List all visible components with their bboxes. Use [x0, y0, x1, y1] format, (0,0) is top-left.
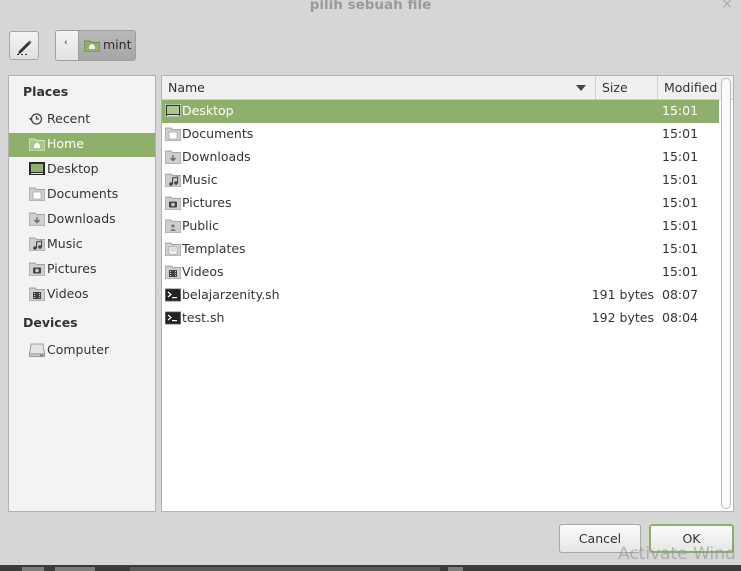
pane-resize-handle[interactable]: · · · ·: [156, 282, 159, 305]
table-row[interactable]: Templates 15:01: [162, 238, 719, 261]
file-size: 192 bytes: [591, 310, 654, 325]
table-row[interactable]: Documents 15:01: [162, 123, 719, 146]
table-row[interactable]: Pictures 15:01: [162, 192, 719, 215]
sidebar-item-recent[interactable]: Recent: [9, 108, 155, 132]
public-folder-icon: [165, 219, 181, 233]
file-modified: 15:01: [662, 195, 699, 210]
taskbar-item[interactable]: [130, 567, 440, 571]
taskbar: [0, 565, 741, 571]
column-header-size[interactable]: Size: [596, 76, 658, 100]
file-name: Public: [182, 218, 219, 233]
sort-descending-icon: [576, 85, 586, 91]
window-title: pilih sebuah file: [309, 0, 432, 13]
desktop-icon: [29, 162, 45, 175]
documents-folder-icon: [29, 187, 45, 201]
file-modified: 08:04: [662, 310, 699, 325]
pencil-icon: [17, 40, 32, 55]
column-header-label: Size: [602, 80, 628, 95]
file-modified: 15:01: [662, 126, 699, 141]
sidebar-item-documents[interactable]: Documents: [9, 183, 155, 207]
breadcrumb-mint[interactable]: mint: [79, 31, 135, 60]
sidebar-item-downloads[interactable]: Downloads: [9, 208, 155, 232]
sidebar-item-label: Pictures: [47, 261, 97, 276]
sidebar-item-music[interactable]: Music: [9, 233, 155, 257]
chevron-left-icon: ‹: [64, 38, 68, 48]
column-header-name[interactable]: Name: [162, 76, 596, 100]
sidebar-item-label: Desktop: [47, 161, 99, 176]
file-name: test.sh: [182, 310, 225, 325]
close-icon[interactable]: ×: [721, 0, 733, 12]
sidebar-item-label: Videos: [47, 286, 89, 301]
taskbar-item[interactable]: [448, 567, 463, 571]
table-row[interactable]: Music 15:01: [162, 169, 719, 192]
home-folder-icon: [29, 138, 45, 151]
file-modified: 15:01: [662, 103, 699, 118]
path-bar: ‹ mint: [55, 30, 136, 61]
type-location-button[interactable]: [9, 31, 39, 60]
file-name: Downloads: [182, 149, 251, 164]
file-list: Name Size Modified Desktop 15:01 Documen…: [161, 75, 734, 512]
file-name: Documents: [182, 126, 254, 141]
vertical-scrollbar[interactable]: [721, 78, 731, 509]
templates-folder-icon: [165, 242, 181, 256]
sidebar-item-home[interactable]: Home: [9, 133, 155, 157]
column-header-label: Modified: [664, 80, 718, 95]
sidebar-item-computer[interactable]: Computer: [9, 339, 155, 363]
sidebar-item-videos[interactable]: Videos: [9, 283, 155, 307]
file-modified: 08:07: [662, 287, 699, 302]
path-back-button[interactable]: ‹: [56, 31, 79, 60]
downloads-folder-icon: [165, 150, 181, 164]
file-name: Templates: [182, 241, 246, 256]
file-modified: 15:01: [662, 264, 699, 279]
sidebar-item-label: Music: [47, 236, 83, 251]
breadcrumb-label: mint: [103, 37, 132, 52]
computer-icon: [29, 343, 45, 357]
sidebar-item-label: Recent: [47, 111, 91, 126]
music-folder-icon: [29, 237, 45, 251]
table-row[interactable]: Videos 15:01: [162, 261, 719, 284]
downloads-folder-icon: [29, 212, 45, 226]
file-size: 191 bytes: [591, 287, 654, 302]
terminal-script-icon: [165, 311, 181, 325]
table-row[interactable]: Desktop 15:01: [162, 100, 719, 123]
file-name: Videos: [182, 264, 224, 279]
table-row[interactable]: belajarzenity.sh 191 bytes 08:07: [162, 284, 719, 307]
documents-folder-icon: [165, 127, 181, 141]
activation-watermark: Activate Wind: [618, 544, 736, 564]
file-modified: 15:01: [662, 218, 699, 233]
file-modified: 15:01: [662, 172, 699, 187]
music-folder-icon: [165, 173, 181, 187]
sidebar-item-label: Documents: [47, 186, 119, 201]
sidebar: Places Recent Home Desktop Documents Dow…: [8, 75, 156, 512]
table-row[interactable]: Public 15:01: [162, 215, 719, 238]
sidebar-item-label: Downloads: [47, 211, 116, 226]
home-folder-icon: [84, 40, 100, 52]
videos-folder-icon: [165, 265, 181, 279]
file-modified: 15:01: [662, 149, 699, 164]
sidebar-item-label: Computer: [47, 342, 110, 357]
videos-folder-icon: [29, 287, 45, 301]
file-name: Desktop: [182, 103, 234, 118]
places-heading: Places: [23, 84, 69, 99]
file-name: Pictures: [182, 195, 232, 210]
sidebar-item-label: Home: [47, 136, 84, 151]
terminal-script-icon: [165, 288, 181, 302]
file-name: Music: [182, 172, 218, 187]
table-row[interactable]: test.sh 192 bytes 08:04: [162, 307, 719, 330]
devices-heading: Devices: [23, 315, 78, 330]
taskbar-item[interactable]: [22, 567, 44, 571]
table-row[interactable]: Downloads 15:01: [162, 146, 719, 169]
sidebar-item-pictures[interactable]: Pictures: [9, 258, 155, 282]
desktop-icon: [165, 104, 181, 117]
title-bar: pilih sebuah file ×: [0, 0, 741, 14]
pictures-folder-icon: [165, 196, 181, 210]
sidebar-item-desktop[interactable]: Desktop: [9, 158, 155, 182]
taskbar-item[interactable]: [55, 567, 95, 571]
pictures-folder-icon: [29, 262, 45, 276]
recent-icon: [29, 113, 43, 125]
file-modified: 15:01: [662, 241, 699, 256]
column-header-label: Name: [168, 80, 205, 95]
file-name: belajarzenity.sh: [182, 287, 280, 302]
